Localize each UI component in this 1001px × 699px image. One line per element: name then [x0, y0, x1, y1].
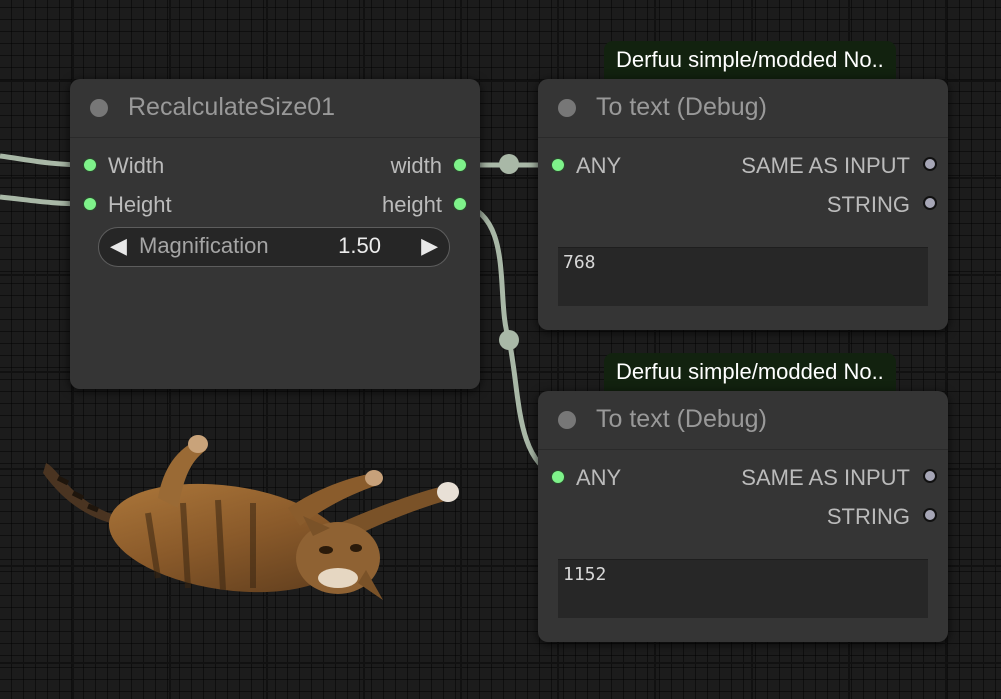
output-port-string-icon[interactable]	[923, 196, 937, 210]
input-port-height-icon[interactable]	[83, 197, 97, 211]
collapse-dot-icon[interactable]	[558, 99, 576, 117]
output-port-width-icon[interactable]	[453, 158, 467, 172]
node-title: RecalculateSize01	[128, 93, 336, 121]
input-port-any-icon[interactable]	[551, 158, 565, 172]
debug-text-output[interactable]: 768	[558, 247, 928, 306]
output-label-same-as-input: SAME AS INPUT	[741, 153, 910, 178]
link-midpoint-1	[499, 154, 519, 174]
debug-text-output[interactable]: 1152	[558, 559, 928, 618]
output-label-string: STRING	[826, 192, 910, 217]
output-port-height-icon[interactable]	[453, 197, 467, 211]
output-port-same-as-input-icon[interactable]	[923, 469, 937, 483]
recalculate-size-node[interactable]: RecalculateSize01 Width Height width hei…	[70, 79, 480, 389]
link-midpoint-2	[499, 330, 519, 350]
node-header[interactable]: To text (Debug)	[538, 79, 948, 138]
to-text-debug-node[interactable]: To text (Debug) ANY SAME AS INPUT STRING…	[538, 79, 948, 330]
input-label-any: ANY	[576, 153, 622, 178]
debug-text-value: 1152	[563, 564, 607, 585]
input-label-width: Width	[108, 153, 165, 178]
widget-value[interactable]: 1.50	[338, 233, 381, 259]
widget-label: Magnification	[139, 233, 269, 258]
output-label-string: STRING	[826, 504, 910, 529]
node-badge: Derfuu simple/modded No..	[604, 41, 896, 79]
node-title: To text (Debug)	[596, 93, 767, 121]
increment-arrow-icon[interactable]: ▶	[421, 233, 438, 259]
output-port-same-as-input-icon[interactable]	[923, 157, 937, 171]
magnification-number-widget[interactable]: ◀ Magnification 1.50 ▶	[98, 227, 450, 267]
node-title: To text (Debug)	[596, 405, 767, 433]
node-header[interactable]: RecalculateSize01	[70, 79, 480, 138]
output-label-width: width	[390, 153, 442, 178]
input-label-any: ANY	[576, 465, 622, 490]
node-header[interactable]: To text (Debug)	[538, 391, 948, 450]
output-label-same-as-input: SAME AS INPUT	[741, 465, 910, 490]
collapse-dot-icon[interactable]	[558, 411, 576, 429]
input-label-height: Height	[108, 192, 172, 217]
input-port-width-icon[interactable]	[83, 158, 97, 172]
output-label-height: height	[382, 192, 442, 217]
decrement-arrow-icon[interactable]: ◀	[110, 233, 127, 259]
output-port-string-icon[interactable]	[923, 508, 937, 522]
to-text-debug-node[interactable]: To text (Debug) ANY SAME AS INPUT STRING…	[538, 391, 948, 642]
flying-cat-image	[43, 435, 459, 600]
debug-text-value: 768	[563, 252, 596, 273]
input-port-any-icon[interactable]	[551, 470, 565, 484]
collapse-dot-icon[interactable]	[90, 99, 108, 117]
node-badge: Derfuu simple/modded No..	[604, 353, 896, 391]
